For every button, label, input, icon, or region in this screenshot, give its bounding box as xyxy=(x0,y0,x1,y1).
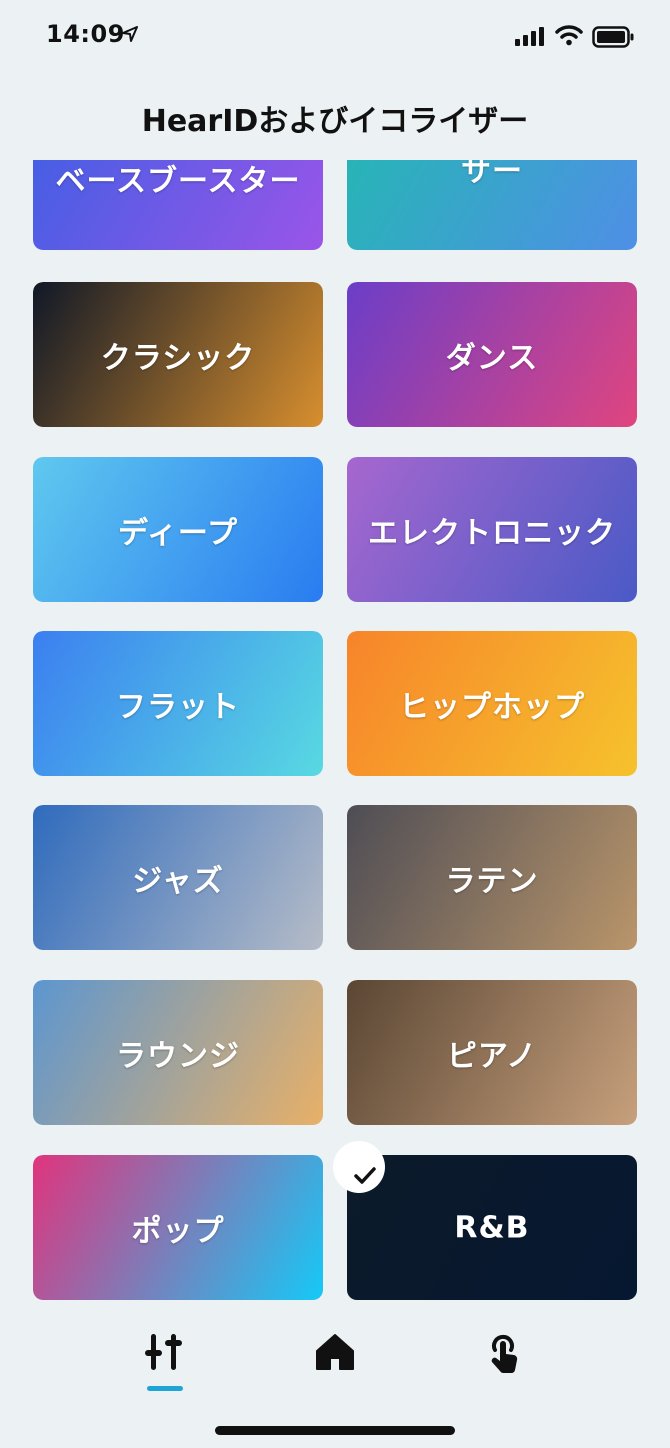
preset-label: ポップ xyxy=(131,1213,225,1249)
preset-label: ラテン xyxy=(445,863,539,899)
preset-card-jazz[interactable]: ジャズ xyxy=(33,805,323,950)
preset-label: ラウンジ xyxy=(116,1038,240,1074)
preset-card-deep[interactable]: ディープ xyxy=(33,457,323,602)
preset-label: ディープ xyxy=(117,515,239,551)
preset-label: クラシック xyxy=(100,340,256,376)
preset-label: ピアノ xyxy=(446,1038,538,1074)
preset-card-classic[interactable]: クラシック xyxy=(33,282,323,427)
tab-equalizer[interactable] xyxy=(125,1332,205,1402)
preset-card-pop[interactable]: ポップ xyxy=(33,1155,323,1300)
preset-card-electronic[interactable]: エレクトロニック xyxy=(347,457,637,602)
tab-hearid[interactable] xyxy=(463,1332,543,1402)
checkmark-icon xyxy=(354,1167,376,1184)
preset-card-rnb[interactable]: R&B xyxy=(333,1141,637,1300)
preset-grid: ベースブースター ベースリデューサー クラシック ダンス ディープ エレクトロニ… xyxy=(0,160,670,1308)
selected-check-badge xyxy=(333,1141,385,1193)
battery-icon xyxy=(592,26,634,48)
preset-label: ベースブースター xyxy=(55,163,301,199)
preset-card-piano[interactable]: ピアノ xyxy=(347,980,637,1125)
preset-label: エレクトロニック xyxy=(368,515,616,551)
status-time: 14:09 xyxy=(46,20,125,48)
wifi-icon xyxy=(555,25,583,46)
home-icon xyxy=(316,1334,354,1370)
touch-hand-icon xyxy=(491,1334,518,1374)
status-bar: 14:09 xyxy=(0,0,670,74)
equalizer-sliders-icon xyxy=(145,1334,182,1370)
location-arrow-icon xyxy=(122,26,138,42)
preset-label: ジャズ xyxy=(132,863,224,899)
preset-label: ダンス xyxy=(445,340,539,376)
preset-label: ヒップホップ xyxy=(399,689,585,725)
preset-card-bass-reducer[interactable]: ベースリデューサー xyxy=(347,160,637,250)
preset-card-hiphop[interactable]: ヒップホップ xyxy=(347,631,637,776)
preset-card-dance[interactable]: ダンス xyxy=(347,282,637,427)
preset-card-latin[interactable]: ラテン xyxy=(347,805,637,950)
home-indicator-bar xyxy=(215,1426,455,1435)
preset-label: フラット xyxy=(116,689,240,725)
preset-card-lounge[interactable]: ラウンジ xyxy=(33,980,323,1125)
preset-label: ベースリデューサー xyxy=(461,160,523,189)
cellular-signal-icon xyxy=(515,27,544,46)
active-tab-indicator xyxy=(147,1386,183,1391)
tab-home[interactable] xyxy=(295,1332,375,1402)
preset-card-flat[interactable]: フラット xyxy=(33,631,323,776)
preset-label: R&B xyxy=(454,1210,530,1245)
page-title: HearIDおよびイコライザー xyxy=(141,104,529,139)
preset-card-bass-booster[interactable]: ベースブースター xyxy=(33,160,323,250)
